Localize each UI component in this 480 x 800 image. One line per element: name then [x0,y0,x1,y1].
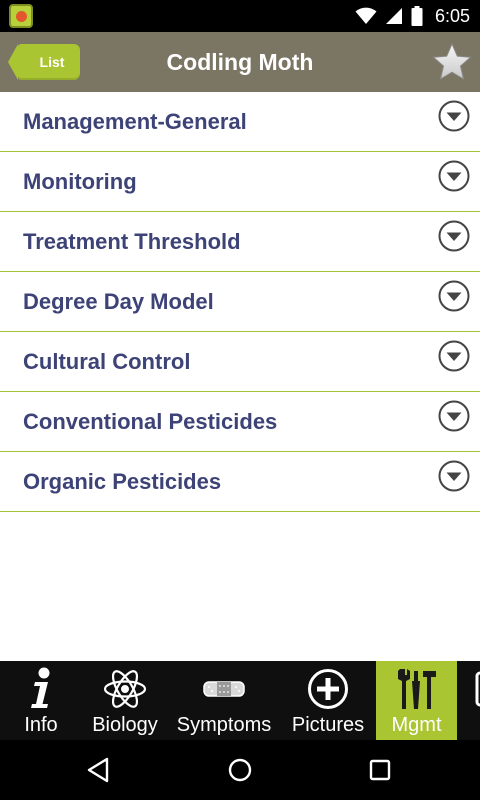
list-item-label: Treatment Threshold [23,228,241,254]
tab-label: Biology [92,714,158,736]
system-nav-bar [0,740,480,800]
nav-back-button[interactable] [78,750,118,790]
tab-more[interactable]: N [459,661,480,740]
app-notification-icon [9,4,33,28]
tab-biology[interactable]: Biology [82,661,168,740]
nav-home-button[interactable] [220,750,260,790]
home-icon [228,758,252,782]
battery-icon [411,6,423,26]
tab-pictures[interactable]: Pictures [280,661,376,740]
tab-mgmt[interactable]: Mgmt [376,661,457,740]
status-time: 6:05 [434,5,470,26]
list-item[interactable]: Degree Day Model [0,272,480,332]
list-item[interactable]: Conventional Pesticides [0,392,480,452]
list-item[interactable]: Management-General [0,92,480,152]
tab-label: Info [24,714,58,736]
nav-recents-button[interactable] [360,750,400,790]
tab-symptoms[interactable]: Symptoms [168,661,280,740]
recents-icon [369,759,391,781]
more-tab-icon [475,671,480,707]
list-item-label: Organic Pesticides [23,468,222,494]
list-item-label: Degree Day Model [23,288,214,314]
back-list-button[interactable]: List [8,44,80,80]
list-item[interactable]: Cultural Control [0,332,480,392]
favorite-button[interactable] [430,40,474,84]
list-item-label: Conventional Pesticides [23,408,278,434]
bandage-icon [203,681,245,697]
wifi-icon [355,7,377,24]
chevron-down-circle-icon [438,160,470,192]
chevron-down-circle-icon [438,100,470,132]
star-icon [432,42,472,81]
tab-label: Symptoms [176,714,272,736]
bottom-tab-bar: Info Biology Symptoms Pictures Mgmt [0,661,480,740]
tab-label: Pictures [291,714,365,736]
atom-icon [103,670,147,708]
status-icons: 6:05 [355,0,470,32]
management-topic-list: Management-General Monitoring Treatment … [0,92,480,512]
tab-info[interactable]: Info [0,661,82,740]
list-item[interactable]: Organic Pesticides [0,452,480,512]
chevron-down-circle-icon [438,460,470,492]
signal-icon [385,8,402,24]
list-item[interactable]: Treatment Threshold [0,212,480,272]
tools-icon [397,669,436,709]
back-icon [87,757,109,783]
info-icon [31,667,50,708]
list-item-label: Monitoring [23,168,137,194]
list-item-label: Cultural Control [23,348,191,374]
tab-label: Mgmt [391,714,442,736]
chevron-down-circle-icon [438,220,470,252]
status-bar: 6:05 [0,0,480,32]
chevron-down-circle-icon [438,400,470,432]
list-item-label: Management-General [23,108,247,134]
plus-circle-icon [308,669,348,709]
header-bar: List Codling Moth [0,32,480,92]
app-screen: 6:05 List Codling Moth Management-Genera… [0,0,480,800]
list-item[interactable]: Monitoring [0,152,480,212]
chevron-down-circle-icon [438,280,470,312]
chevron-down-circle-icon [438,340,470,372]
